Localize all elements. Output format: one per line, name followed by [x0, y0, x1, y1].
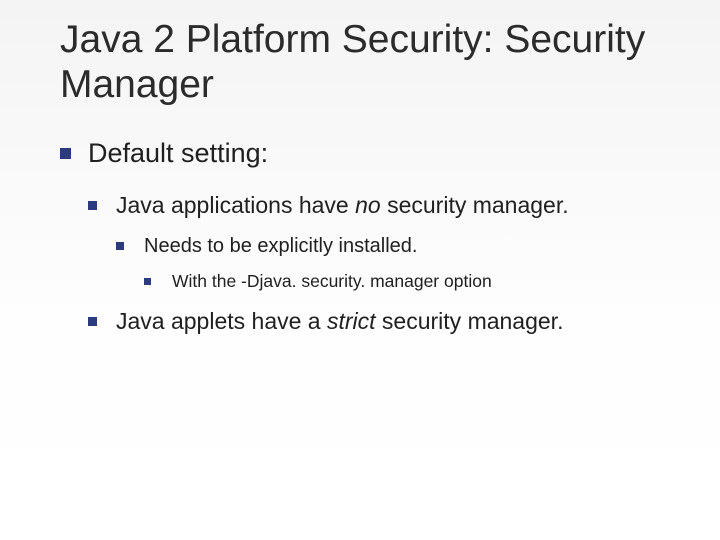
level3-text: Needs to be explicitly installed. — [144, 235, 417, 257]
list-item: Java applets have a strict security mana… — [88, 307, 674, 337]
bullet-list-level4: With the -Djava. security. manager optio… — [144, 270, 674, 294]
list-item: Default setting: Java applications have … — [60, 136, 674, 338]
level2-text-pre: Java applets have a — [116, 308, 327, 334]
bullet-list-level1: Default setting: Java applications have … — [60, 136, 674, 338]
level2-text-pre: Java applications have — [116, 192, 355, 218]
level2-text-post: security manager. — [381, 192, 569, 218]
list-item: Needs to be explicitly installed. With t… — [116, 233, 674, 294]
level2-emphasis: strict — [327, 308, 376, 334]
list-item: Java applications have no security manag… — [88, 191, 674, 294]
level4-text: With the -Djava. security. manager optio… — [172, 271, 492, 291]
bullet-list-level2: Java applications have no security manag… — [88, 191, 674, 337]
level1-text: Default setting: — [88, 138, 268, 168]
bullet-list-level3: Needs to be explicitly installed. With t… — [116, 233, 674, 294]
slide-title: Java 2 Platform Security: Security Manag… — [60, 18, 674, 108]
level2-text-post: security manager. — [376, 308, 564, 334]
list-item: With the -Djava. security. manager optio… — [144, 270, 674, 294]
slide: Java 2 Platform Security: Security Manag… — [0, 0, 720, 540]
level2-emphasis: no — [355, 192, 381, 218]
